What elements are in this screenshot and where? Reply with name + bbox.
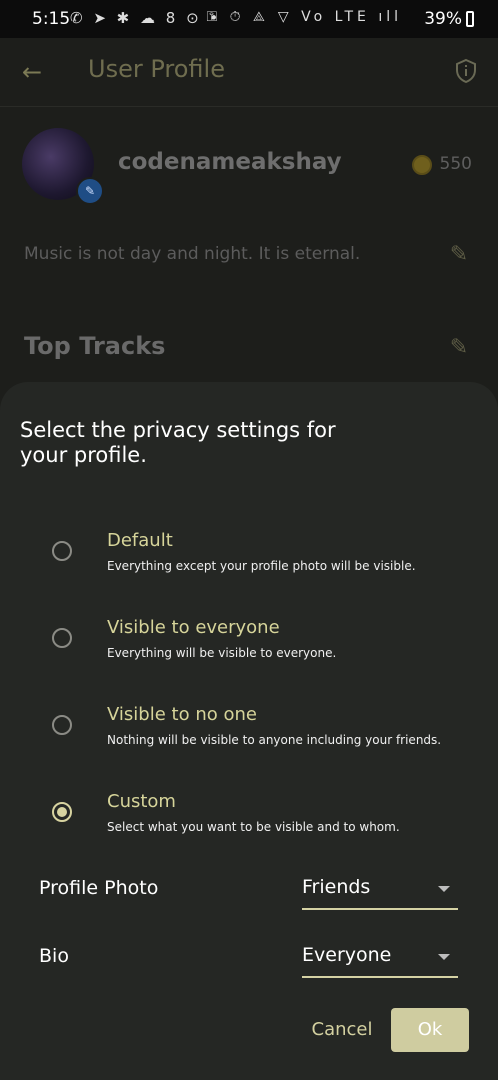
status-time: 5:15: [32, 9, 71, 29]
battery-percent: 39%: [424, 9, 462, 29]
app-bar: ← User Profile: [0, 38, 498, 107]
bio-label: Bio: [39, 945, 69, 967]
avatar-edit-icon[interactable]: ✎: [76, 177, 104, 205]
privacy-bottom-sheet: Select the privacy settings for your pro…: [0, 382, 498, 1080]
system-status-icons: ⚿ ⏱ ⟁ ▽ Vo LTE ıll: [206, 9, 402, 25]
cancel-button[interactable]: Cancel: [300, 1008, 384, 1052]
profile-bio: Music is not day and night. It is eterna…: [24, 244, 361, 264]
bio-dropdown[interactable]: Everyone: [302, 940, 458, 978]
dropdown-value: Friends: [302, 876, 371, 898]
profile-photo-dropdown[interactable]: Friends: [302, 872, 458, 910]
dropdown-value: Everyone: [302, 944, 392, 966]
coin-count: 550: [439, 154, 472, 174]
coin-icon: [412, 155, 432, 175]
option-title: Custom: [107, 791, 176, 812]
option-title: Default: [107, 530, 173, 551]
username: codenameakshay: [118, 149, 342, 175]
option-title: Visible to no one: [107, 704, 257, 725]
radio-button[interactable]: [52, 715, 72, 735]
profile-photo-label: Profile Photo: [39, 877, 159, 899]
dropdown-caret-icon: [438, 954, 450, 960]
radio-button-selected[interactable]: [52, 802, 72, 822]
radio-button[interactable]: [52, 541, 72, 561]
page-title: User Profile: [88, 55, 225, 83]
option-title: Visible to everyone: [107, 617, 280, 638]
option-description: Select what you want to be visible and t…: [107, 820, 400, 834]
option-description: Everything except your profile photo wil…: [107, 559, 416, 573]
status-bar: 5:15 ✆ ➤ ✱ ☁ 8 ⊙ • ⚿ ⏱ ⟁ ▽ Vo LTE ıll 39…: [0, 0, 498, 38]
top-tracks-heading: Top Tracks: [24, 332, 166, 360]
edit-top-tracks-pencil-icon[interactable]: ✎: [447, 336, 471, 360]
notification-icons: ✆ ➤ ✱ ☁ 8 ⊙ •: [70, 9, 222, 27]
battery-icon: [466, 11, 474, 27]
option-description: Nothing will be visible to anyone includ…: [107, 733, 442, 747]
ok-button[interactable]: Ok: [391, 1008, 469, 1052]
privacy-option-custom[interactable]: Custom Select what you want to be visibl…: [0, 791, 498, 861]
privacy-option-default[interactable]: Default Everything except your profile p…: [0, 530, 498, 600]
privacy-option-visible-to-everyone[interactable]: Visible to everyone Everything will be v…: [0, 617, 498, 687]
edit-bio-pencil-icon[interactable]: ✎: [447, 243, 471, 267]
shield-info-icon[interactable]: [454, 58, 478, 84]
back-arrow-icon[interactable]: ←: [22, 60, 46, 84]
sheet-title: Select the privacy settings for your pro…: [20, 418, 336, 467]
privacy-option-visible-to-no-one[interactable]: Visible to no one Nothing will be visibl…: [0, 704, 498, 774]
radio-button[interactable]: [52, 628, 72, 648]
option-description: Everything will be visible to everyone.: [107, 646, 337, 660]
dropdown-caret-icon: [438, 886, 450, 892]
